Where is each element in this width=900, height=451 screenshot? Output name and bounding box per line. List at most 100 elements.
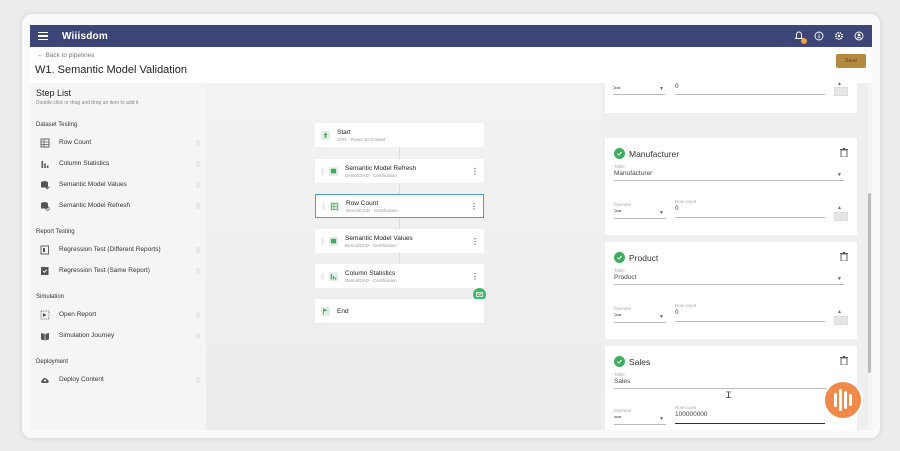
brand-logo [823, 380, 863, 420]
drag-handle-icon[interactable] [196, 181, 200, 188]
operator-select[interactable]: >= [613, 85, 621, 92]
database-refresh-icon [40, 201, 50, 211]
table-select[interactable]: Manufacturer [614, 170, 652, 177]
step-item-simulation-journey[interactable]: Simulation Journey [36, 325, 200, 346]
row-count-input[interactable]: 0 [675, 83, 679, 90]
node-title: Semantic Model Refresh [345, 164, 417, 172]
drag-handle-icon[interactable] [196, 311, 200, 318]
back-to-pipelines-link[interactable]: ← Back to pipelines [37, 52, 94, 59]
node-menu-icon[interactable]: ⋮ [471, 272, 479, 281]
decrement-stepper[interactable] [834, 316, 848, 325]
step-item-column-statistics[interactable]: Column Statistics [36, 153, 200, 174]
section-deployment: Deployment [36, 359, 69, 365]
step-list-panel: Step List Double click or drag and drop … [30, 83, 206, 430]
drag-handle-icon[interactable] [196, 332, 200, 339]
step-item-regression-same[interactable]: Regression Test (Same Report) [36, 260, 200, 281]
table-label: Table [614, 164, 625, 169]
info-icon[interactable] [814, 31, 824, 41]
field-underline [614, 322, 666, 323]
step-item-label: Row Count [59, 139, 92, 146]
drag-handle-icon[interactable] [321, 237, 324, 245]
step-list-title: Step List [36, 88, 72, 98]
field-underline [614, 284, 844, 285]
database-refresh-icon [329, 166, 338, 176]
table-select[interactable]: Sales [614, 378, 630, 385]
pipeline-node-start[interactable]: Start CPD - Power BI Context [315, 123, 484, 147]
trash-icon[interactable] [840, 356, 848, 365]
node-title: End [337, 307, 349, 315]
decrement-stepper[interactable] [834, 212, 848, 221]
trash-icon[interactable] [840, 148, 848, 157]
field-underline [614, 180, 844, 181]
step-item-regression-different[interactable]: Regression Test (Different Reports) [36, 239, 200, 260]
node-subtitle: Demo/DIAD - Certification [346, 207, 398, 213]
drag-handle-icon[interactable] [196, 139, 200, 146]
operator-select[interactable]: == [614, 414, 622, 421]
table-grid-icon [330, 201, 339, 211]
increment-icon[interactable]: ▲ [837, 309, 842, 315]
notifications-icon[interactable] [794, 31, 807, 44]
field-underline [675, 94, 825, 95]
pipeline-node-semantic-model-refresh[interactable]: Semantic Model Refresh Demo/DIAD - Certi… [315, 159, 484, 183]
database-check-icon [40, 180, 50, 190]
drag-handle-icon[interactable] [321, 272, 324, 280]
account-icon[interactable] [854, 31, 864, 41]
pipeline-node-end[interactable]: End [315, 299, 484, 323]
open-report-icon [40, 310, 50, 320]
trash-icon[interactable] [840, 252, 848, 261]
config-card-product: Product Table Product ▼ Operator >= ▼ Ro… [605, 242, 857, 339]
flag-icon [321, 306, 330, 316]
node-menu-icon[interactable]: ⋮ [471, 237, 479, 246]
node-title: Start [337, 128, 351, 136]
pipeline-node-column-statistics[interactable]: Column Statistics Demo/DIAD - Certificat… [315, 264, 484, 288]
pipeline-canvas[interactable]: Start CPD - Power BI Context Semantic Mo… [206, 83, 602, 430]
row-count-input[interactable]: 100000000 [675, 411, 708, 418]
table-select[interactable]: Product [614, 274, 636, 281]
drag-handle-icon[interactable] [196, 160, 200, 167]
drag-handle-icon[interactable] [196, 267, 200, 274]
node-menu-icon[interactable]: ⋮ [471, 167, 479, 176]
gear-icon[interactable] [834, 31, 844, 41]
page-title: W1. Semantic Model Validation [35, 64, 188, 76]
top-bar: Wiiisdom [30, 25, 872, 47]
row-count-input[interactable]: 0 [675, 309, 679, 316]
step-item-label: Simulation Journey [59, 332, 115, 339]
section-simulation: Simulation [36, 294, 65, 300]
node-title: Semantic Model Values [345, 234, 413, 242]
panel-scrollbar[interactable] [868, 83, 872, 430]
table-grid-icon [40, 138, 50, 148]
decrement-stepper[interactable] [834, 87, 848, 96]
page-header: ← Back to pipelines W1. Semantic Model V… [30, 47, 872, 83]
step-item-row-count[interactable]: Row Count [36, 132, 200, 153]
check-circle-icon [614, 252, 625, 263]
field-underline [614, 218, 666, 219]
drag-handle-icon[interactable] [196, 202, 200, 209]
step-item-open-report[interactable]: Open Report [36, 304, 200, 325]
save-button[interactable]: Save [836, 54, 866, 68]
check-circle-icon [614, 356, 625, 367]
menu-icon[interactable] [38, 32, 48, 40]
operator-select[interactable]: >= [614, 312, 622, 319]
step-item-semantic-model-values[interactable]: Semantic Model Values [36, 174, 200, 195]
drag-handle-icon[interactable] [196, 246, 200, 253]
drag-handle-icon[interactable] [322, 202, 325, 210]
node-title: Row Count [346, 199, 379, 207]
node-menu-icon[interactable]: ⋮ [470, 202, 478, 211]
section-report-testing: Report Testing [36, 229, 75, 235]
bar-chart-icon [40, 159, 50, 169]
row-count-input[interactable]: 0 [675, 205, 679, 212]
step-item-semantic-model-refresh[interactable]: Semantic Model Refresh [36, 195, 200, 216]
drag-handle-icon[interactable] [196, 376, 200, 383]
table-label: Table [614, 372, 625, 377]
step-item-deploy-content[interactable]: Deploy Content [36, 369, 200, 390]
pipeline-node-row-count[interactable]: Row Count Demo/DIAD - Certification ⋮ [315, 194, 484, 218]
field-underline [614, 424, 666, 425]
operator-select[interactable]: >= [614, 208, 622, 215]
pipeline-node-semantic-model-values[interactable]: Semantic Model Values Demo/DIAD - Certif… [315, 229, 484, 253]
report-compare-icon [40, 245, 50, 255]
bar-chart-icon [329, 271, 338, 281]
row-count-label: Row count [675, 405, 697, 410]
increment-icon[interactable]: ▲ [837, 205, 842, 211]
text-cursor-icon: Ɪ [726, 390, 732, 400]
drag-handle-icon[interactable] [321, 167, 324, 175]
